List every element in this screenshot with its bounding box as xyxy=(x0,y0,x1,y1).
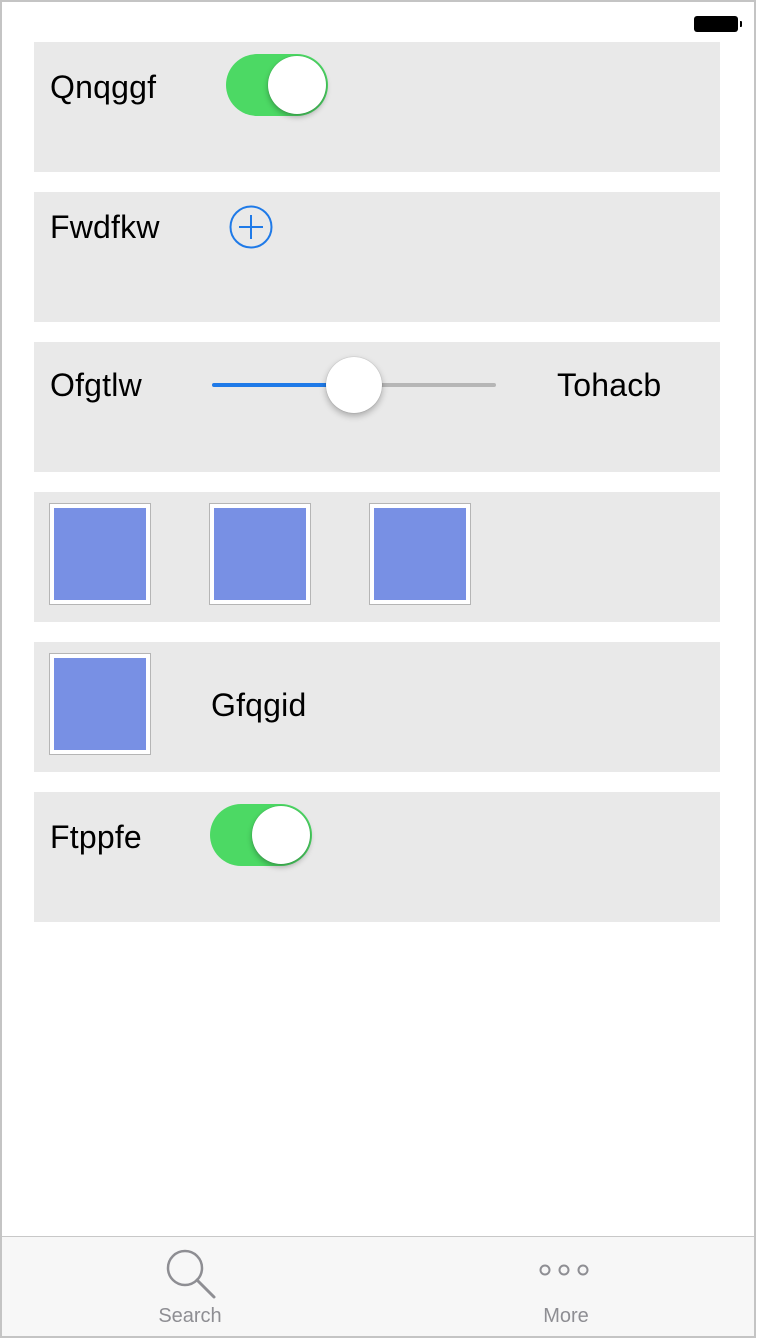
status-bar xyxy=(2,2,754,42)
row-label: Gfqgid xyxy=(211,687,307,723)
image-tile[interactable] xyxy=(49,653,151,755)
add-button[interactable] xyxy=(228,204,274,250)
toggle-row-ftppfe: Ftppfe xyxy=(34,792,720,922)
tab-bar: Search More xyxy=(2,1236,754,1336)
switch-knob[interactable] xyxy=(268,56,326,114)
toggle-switch[interactable] xyxy=(226,54,328,116)
search-icon xyxy=(166,1249,216,1299)
plus-circle-icon xyxy=(229,205,273,249)
tab-search[interactable]: Search xyxy=(2,1237,378,1336)
app-screen: Qnqggf Fwdfkw Ofgtlw Tohacb Gfqgid Ftppf… xyxy=(0,0,756,1338)
image-tile[interactable] xyxy=(209,503,311,605)
add-row-fwdfkw: Fwdfkw xyxy=(34,192,720,322)
row-label: Ftppfe xyxy=(50,819,142,855)
tab-label: More xyxy=(543,1305,589,1327)
more-dots-icon xyxy=(539,1264,589,1276)
slider-row-ofgtlw: Ofgtlw Tohacb xyxy=(34,342,720,472)
image-label-row-gfqgid: Gfqgid xyxy=(34,642,720,772)
tab-label: Search xyxy=(158,1305,222,1327)
image-tile[interactable] xyxy=(369,503,471,605)
row-label: Fwdfkw xyxy=(50,209,160,245)
image-row xyxy=(34,492,720,622)
tab-more[interactable]: More xyxy=(378,1237,754,1336)
toggle-row-qnqggf: Qnqggf xyxy=(34,42,720,172)
row-label: Ofgtlw xyxy=(50,367,142,403)
value-slider[interactable] xyxy=(212,355,496,415)
battery-icon xyxy=(694,16,742,32)
row-label: Qnqggf xyxy=(50,69,157,105)
image-tile[interactable] xyxy=(49,503,151,605)
slider-trailing-label: Tohacb xyxy=(557,367,662,403)
slider-thumb[interactable] xyxy=(326,357,382,413)
switch-knob[interactable] xyxy=(252,806,310,864)
toggle-switch[interactable] xyxy=(210,804,312,866)
